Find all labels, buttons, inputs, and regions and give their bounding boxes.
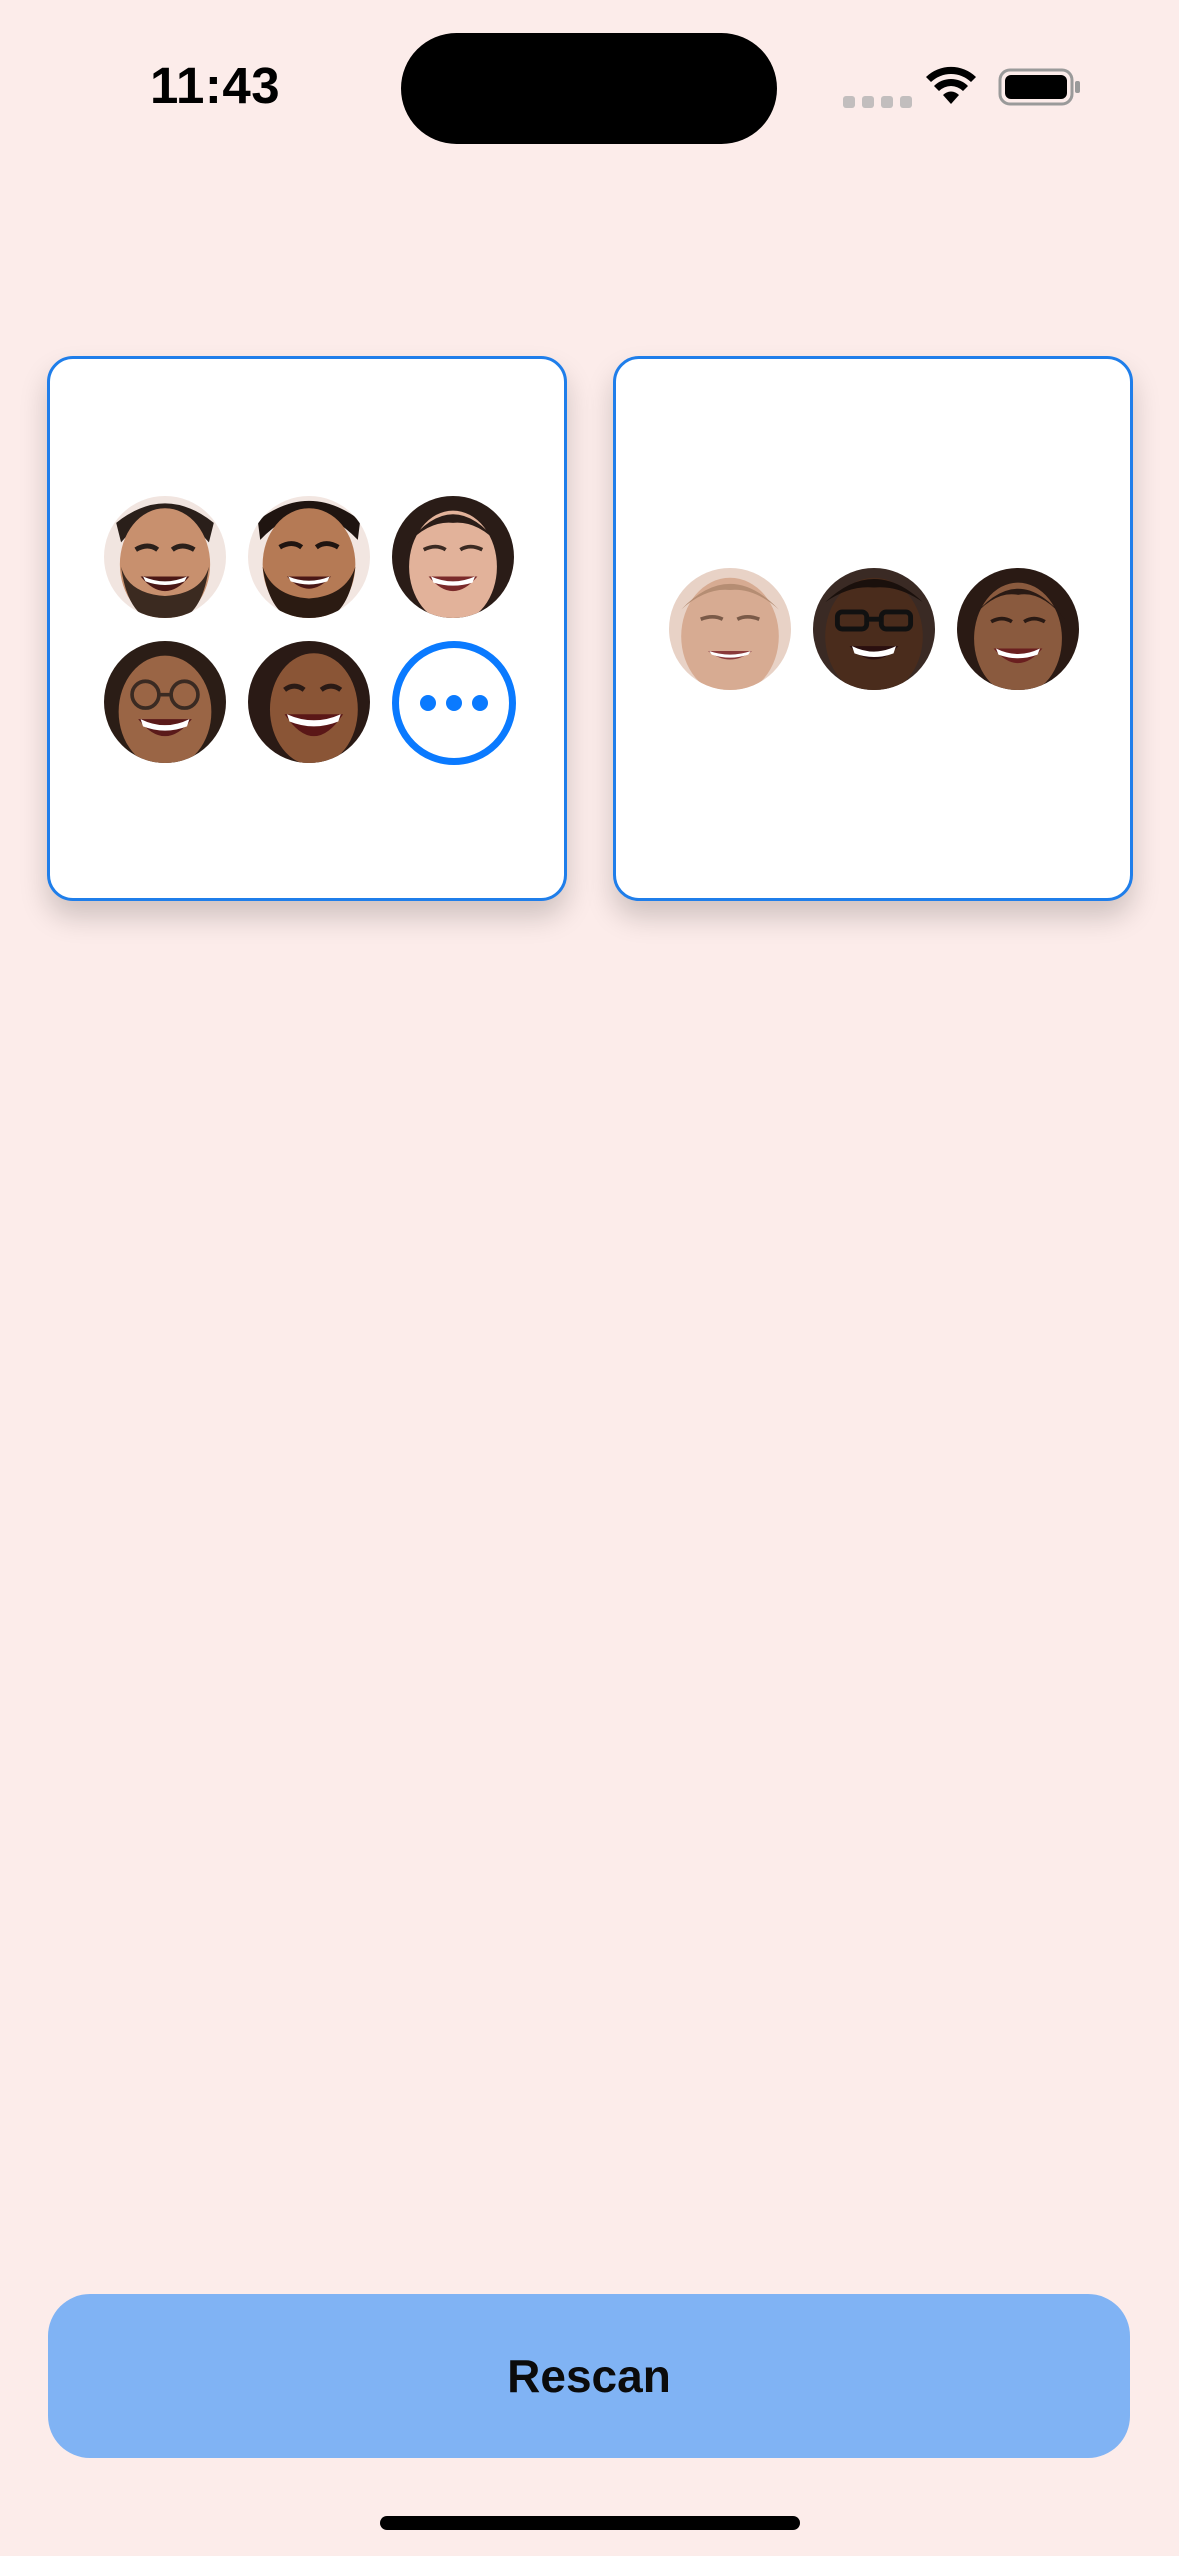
face-avatar (248, 641, 370, 763)
more-faces-button[interactable] (392, 641, 516, 765)
face-avatar (669, 568, 791, 690)
status-time: 11:43 (150, 57, 281, 114)
dynamic-island (401, 33, 777, 144)
face-group-card-2[interactable] (613, 356, 1133, 901)
battery-icon (998, 68, 1080, 106)
cellular-signal-icon (843, 96, 912, 108)
face-group-card-1[interactable] (47, 356, 567, 901)
wifi-icon (926, 66, 976, 104)
face-avatar (957, 568, 1079, 690)
home-indicator[interactable] (380, 2516, 800, 2530)
face-avatar (813, 568, 935, 690)
rescan-button[interactable]: Rescan (48, 2294, 1130, 2458)
face-avatar (392, 496, 514, 618)
face-avatar (104, 641, 226, 763)
more-icon (420, 695, 436, 711)
face-avatar (248, 496, 370, 618)
face-avatar (104, 496, 226, 618)
